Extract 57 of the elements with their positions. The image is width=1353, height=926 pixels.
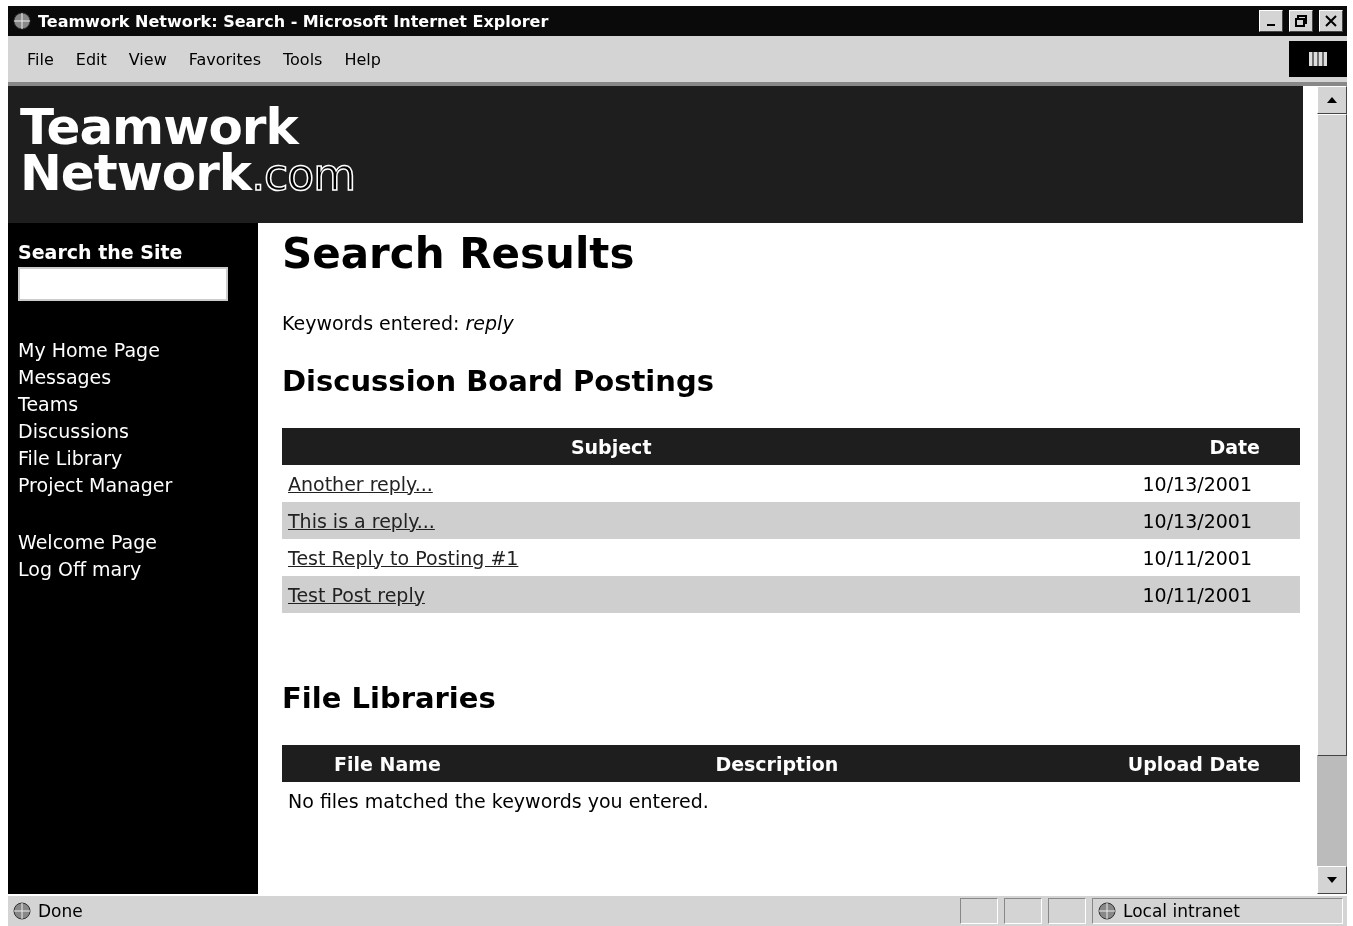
menu-item[interactable]: Help xyxy=(335,49,390,69)
sidebar-link[interactable]: Log Off mary xyxy=(18,556,248,583)
browser-icon xyxy=(12,11,32,31)
status-text: Done xyxy=(38,901,84,921)
scroll-up-button[interactable] xyxy=(1317,86,1347,114)
posting-link[interactable]: This is a reply... xyxy=(288,509,435,532)
page-icon xyxy=(12,901,32,921)
search-label: Search the Site xyxy=(18,241,184,263)
sidebar-link[interactable]: Teams xyxy=(18,391,248,418)
search-field[interactable] xyxy=(18,267,228,301)
table-cell: 10/11/2001 xyxy=(928,539,1300,576)
table-cell: 10/13/2001 xyxy=(928,502,1300,539)
posting-link[interactable]: Test Reply to Posting #1 xyxy=(288,546,519,569)
scroll-thumb[interactable] xyxy=(1317,114,1347,756)
close-button[interactable] xyxy=(1319,10,1343,32)
table-cell: 10/11/2001 xyxy=(928,576,1300,613)
sidebar-link[interactable]: Messages xyxy=(18,364,248,391)
sidebar-link[interactable]: My Home Page xyxy=(18,337,248,364)
logo-text: Network.com xyxy=(20,150,357,198)
sidebar-link[interactable]: Discussions xyxy=(18,418,248,445)
status-pane xyxy=(1048,898,1086,924)
sidebar-link[interactable]: File Library xyxy=(18,445,248,472)
minimize-icon xyxy=(1267,24,1275,26)
section-heading: File Libraries xyxy=(282,681,497,715)
status-pane xyxy=(960,898,998,924)
menu-item[interactable]: View xyxy=(119,49,176,69)
up-arrow-icon xyxy=(1327,97,1337,103)
posting-link[interactable]: Test Post reply xyxy=(288,583,425,606)
restore-button[interactable] xyxy=(1289,10,1313,32)
scrollbar[interactable] xyxy=(1317,86,1347,894)
page-title: Search Results xyxy=(282,229,636,278)
intranet-icon xyxy=(1097,901,1117,921)
logo-text: Teamwork xyxy=(20,104,301,150)
column-header: Subject xyxy=(282,428,929,465)
minimize-button[interactable] xyxy=(1259,10,1283,32)
sidebar-link[interactable]: Welcome Page xyxy=(18,529,248,556)
down-arrow-icon xyxy=(1327,877,1337,883)
zone-text: Local intranet xyxy=(1123,901,1240,921)
column-header: File Name xyxy=(282,745,600,782)
menu-item[interactable]: Tools xyxy=(274,49,332,69)
restore-icon xyxy=(1295,15,1307,27)
menu-item[interactable]: File xyxy=(18,49,63,69)
column-header: Date xyxy=(928,428,1300,465)
close-icon xyxy=(1325,15,1337,27)
empty-message: No files matched the keywords you entered. xyxy=(288,790,710,812)
sidebar-link[interactable]: Project Manager xyxy=(18,472,248,499)
window-title: Teamwork Network: Search - Microsoft Internet Explorer xyxy=(38,11,550,31)
section-heading: Discussion Board Postings xyxy=(282,364,715,398)
posting-link[interactable]: Another reply... xyxy=(288,472,433,495)
keywords-text: Keywords entered: reply xyxy=(282,312,515,334)
column-header: Description xyxy=(599,745,943,782)
status-pane xyxy=(1004,898,1042,924)
column-header: Upload Date xyxy=(942,745,1300,782)
menu-item[interactable]: Favorites xyxy=(179,49,270,69)
menu-item[interactable]: Edit xyxy=(66,49,116,69)
table-cell: 10/13/2001 xyxy=(928,465,1300,502)
scroll-down-button[interactable] xyxy=(1317,866,1347,894)
